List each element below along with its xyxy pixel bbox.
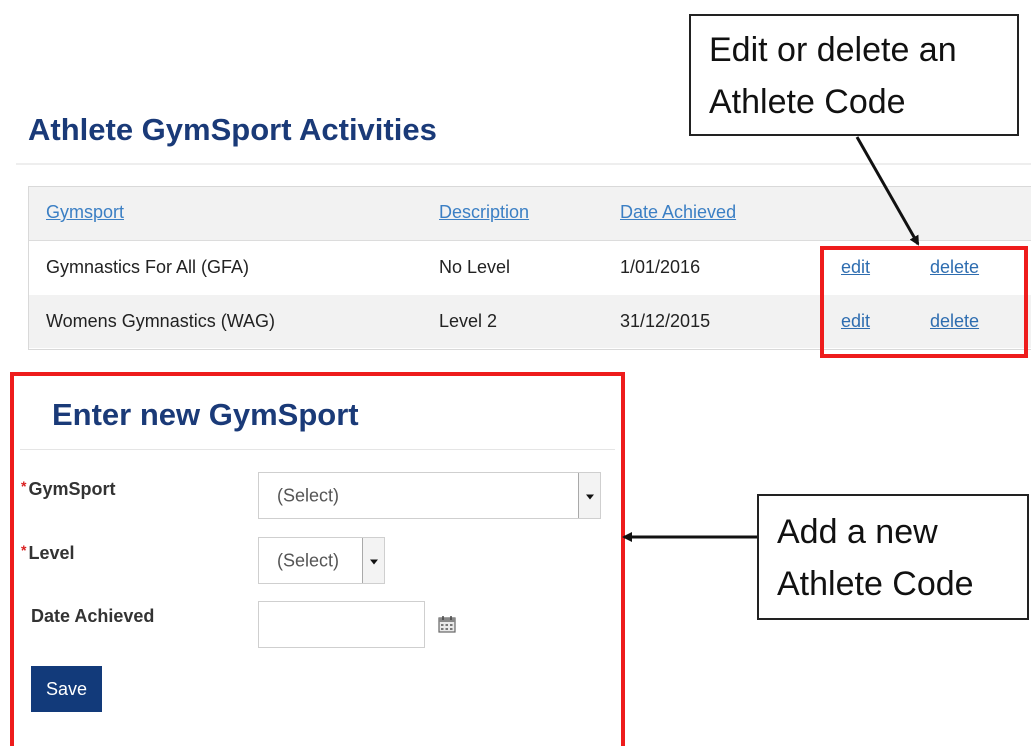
gymsport-select-value: (Select) xyxy=(277,485,340,505)
chevron-down-icon[interactable] xyxy=(578,473,600,518)
form-divider xyxy=(20,449,615,450)
required-marker: * xyxy=(21,478,27,494)
level-label-text: Level xyxy=(28,543,75,563)
gymsport-label: * GymSport xyxy=(21,478,116,500)
calendar-icon[interactable] xyxy=(437,614,457,634)
arrow-icon xyxy=(622,136,920,542)
gymsport-select[interactable]: (Select) xyxy=(258,472,601,519)
form-title: Enter new GymSport xyxy=(52,397,359,432)
level-select-value: (Select) xyxy=(277,550,340,570)
level-label: * Level xyxy=(21,542,75,564)
save-button[interactable]: Save xyxy=(31,666,102,712)
required-marker: * xyxy=(21,542,27,558)
date-achieved-label: Date Achieved xyxy=(31,606,155,626)
gymsport-label-text: GymSport xyxy=(28,479,116,499)
chevron-down-icon[interactable] xyxy=(362,538,384,583)
level-select[interactable]: (Select) xyxy=(258,537,385,584)
date-achieved-input[interactable] xyxy=(258,601,425,648)
